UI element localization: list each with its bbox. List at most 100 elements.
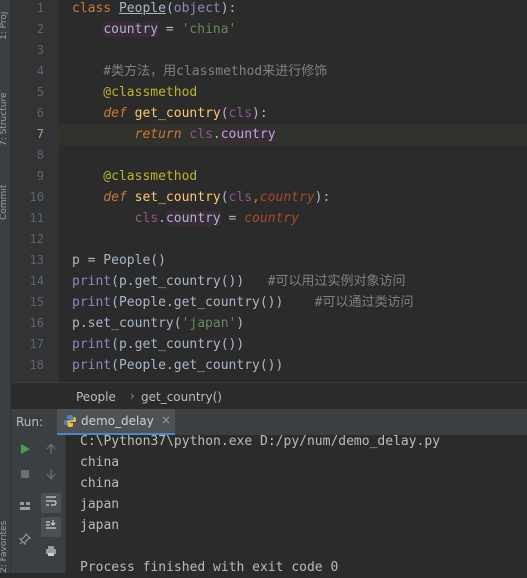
code-token: get_country (134, 106, 221, 121)
python-icon (64, 415, 76, 427)
code-line[interactable]: @classmethod (59, 166, 527, 187)
code-token: class (72, 1, 119, 16)
arrow-up-icon[interactable] (41, 441, 61, 461)
code-token: country (259, 190, 315, 205)
breadcrumb-item-method[interactable]: get_country() (141, 390, 222, 404)
code-line[interactable]: print(People.get_country()) #可以通过类访问 (59, 292, 527, 313)
line-number: 6 (36, 106, 44, 120)
layout-icon[interactable] (15, 498, 35, 518)
run-toolbar (11, 435, 66, 573)
pin-icon[interactable] (15, 531, 35, 551)
code-line[interactable]: def set_country(cls,country): (59, 187, 527, 208)
line-number: 7 (36, 127, 44, 141)
code-line[interactable]: @classmethod (59, 82, 527, 103)
line-number: 14 (29, 274, 44, 288)
code-token: ( (165, 1, 174, 16)
line-number: 13 (29, 253, 44, 267)
console-line: japan (80, 497, 120, 512)
code-line[interactable]: print(People.get_country()) (59, 355, 527, 376)
code-token: set_country (134, 190, 221, 205)
code-token: cls (228, 106, 253, 121)
code-token: . (212, 127, 221, 142)
code-token: cls (189, 127, 213, 142)
play-icon[interactable] (15, 441, 35, 461)
code-token: (p.get_country()) (111, 274, 268, 289)
code-line[interactable]: cls.country = country (59, 208, 527, 229)
code-line[interactable]: #类方法，用classmethod来进行修饰 (59, 61, 527, 82)
console-output[interactable]: C:\Python37\python.exe D:/py/num/demo_de… (66, 434, 527, 575)
arrow-down-icon[interactable] (41, 466, 61, 486)
code-token: print (72, 295, 112, 310)
code-token: print (72, 337, 112, 352)
code-line[interactable]: return cls.country (59, 124, 527, 145)
code-token: (People.get_country()) (111, 295, 315, 310)
line-number: 2 (36, 22, 44, 36)
code-token: cls (228, 190, 253, 205)
favorites-tool-button[interactable]: 2: Favorites (0, 500, 11, 573)
print-icon[interactable] (41, 543, 61, 563)
code-line[interactable] (59, 40, 527, 61)
code-line[interactable]: def get_country(cls): (59, 103, 527, 124)
close-icon[interactable]: × (161, 413, 171, 427)
code-line[interactable] (59, 229, 527, 250)
line-number: 3 (36, 43, 44, 57)
line-number: 15 (29, 295, 44, 309)
breadcrumb-item-class[interactable]: People (76, 390, 116, 404)
code-line[interactable]: p = People() (59, 250, 527, 271)
code-token: @classmethod (72, 85, 198, 100)
project-tool-button[interactable]: 1: Proj (0, 0, 11, 40)
code-token: country (165, 211, 221, 226)
console-line: china (80, 476, 120, 491)
breadcrumb-separator: › (130, 389, 135, 403)
code-line[interactable]: print(p.get_country()) (59, 334, 527, 355)
run-tab-label: demo_delay (81, 414, 154, 428)
code-line[interactable]: country = 'china' (59, 19, 527, 40)
run-label: Run: (16, 415, 44, 429)
code-token: People (118, 1, 166, 16)
code-token: #可以用过实例对象访问 (267, 274, 406, 289)
code-token: country (220, 127, 276, 142)
breadcrumb: People › get_country() (11, 382, 527, 410)
code-token: p.set_country( (72, 316, 182, 331)
code-token: cls (134, 211, 159, 226)
code-line[interactable]: p.set_country('japan') (59, 313, 527, 334)
editor-gutter[interactable]: 1 2 3 4 5 6 7 8 9 10 11 12 13 14 15 16 17 18 (11, 0, 69, 382)
line-number: 8 (36, 148, 44, 162)
code-token: ): (252, 106, 268, 121)
stop-icon[interactable] (15, 466, 35, 486)
code-token: ) (236, 316, 245, 331)
code-token: p = People() (72, 253, 166, 268)
line-number: 4 (36, 64, 44, 78)
line-number: 18 (29, 358, 44, 372)
code-line[interactable]: class People(object): (59, 0, 527, 19)
code-token: #类方法，用classmethod来进行修饰 (72, 64, 328, 79)
code-token: country (244, 211, 300, 226)
code-token: #可以通过类访问 (314, 295, 414, 310)
code-token: 'japan' (181, 316, 237, 331)
commit-tool-button[interactable]: Commit (0, 160, 11, 220)
scroll-to-end-icon[interactable] (41, 517, 61, 537)
tool-window-strip: 1: Proj 7: Structure Commit 2: Favorites (0, 0, 11, 573)
code-token: . (158, 211, 166, 226)
code-editor[interactable]: class People(object): country = 'china' … (59, 0, 527, 382)
console-line: Process finished with exit code 0 (80, 560, 339, 575)
soft-wrap-icon[interactable] (41, 493, 61, 513)
line-number: 10 (29, 190, 44, 204)
structure-tool-button[interactable]: 7: Structure (0, 66, 11, 147)
code-token: country (103, 22, 159, 37)
code-line[interactable]: print(p.get_country()) #可以用过实例对象访问 (59, 271, 527, 292)
console-line: japan (80, 518, 120, 533)
line-number: 16 (29, 316, 44, 330)
code-token: (p.get_country()) (111, 337, 245, 352)
line-number: 5 (36, 85, 44, 99)
code-token: ): (314, 190, 331, 205)
code-token: , (252, 190, 260, 205)
code-line[interactable] (59, 145, 527, 166)
code-token: = (158, 22, 182, 37)
code-token: ( (220, 106, 229, 121)
line-number: 11 (29, 211, 44, 225)
